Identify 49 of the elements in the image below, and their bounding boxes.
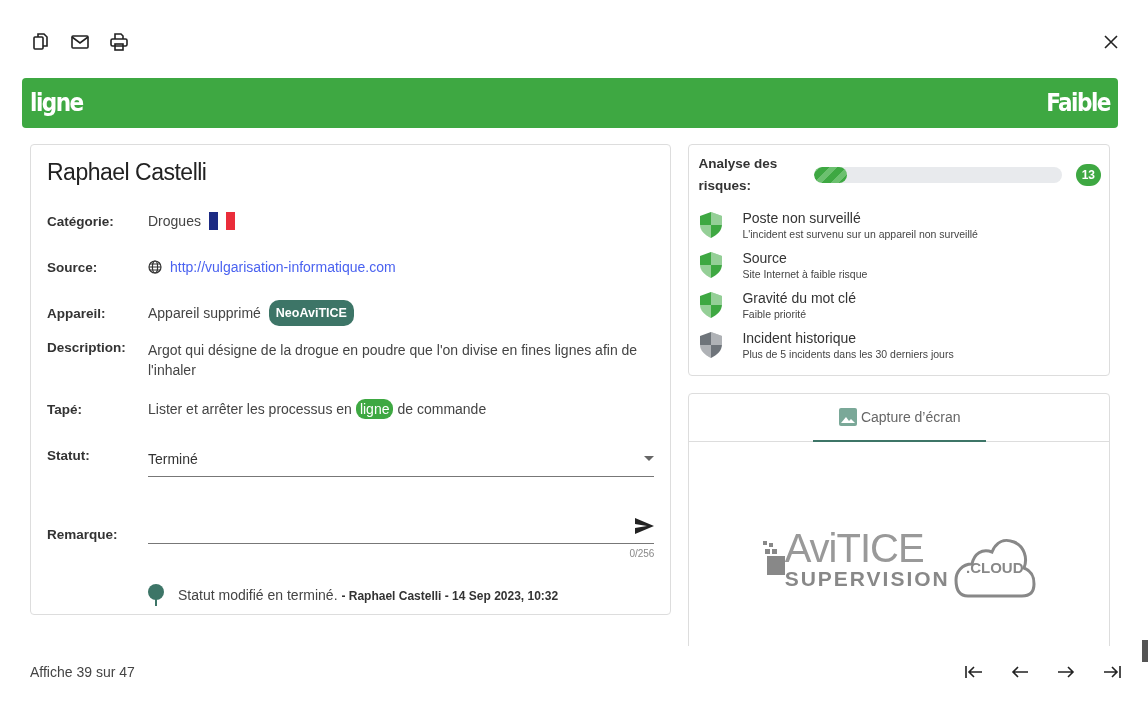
arrow-left-icon [1010, 664, 1030, 680]
field-label: Statut: [47, 447, 91, 463]
field-label: Source: [47, 259, 99, 275]
caret-icon [644, 456, 655, 461]
field-value: Appareil supprimé [148, 304, 261, 323]
logo-drawing: AviTICE SUPERVISION .CLOUD [762, 518, 1036, 598]
risk-score: 13 [1075, 164, 1101, 186]
factor-title: Source [742, 250, 788, 266]
print-icon[interactable] [109, 32, 129, 52]
factor-detail: Faible priorité [742, 308, 808, 320]
globe-icon [148, 260, 162, 274]
record-count: Affiche 39 sur 47 [30, 664, 135, 680]
scrollbar-thumb[interactable] [1142, 640, 1148, 662]
factor-detail: Site Internet à faible risque [742, 268, 868, 280]
factor-detail: L'incident est survenu sur un appareil non surveillé [742, 228, 978, 240]
keyword-highlight: ligne [355, 399, 394, 419]
typed-text: Lister et arrêter les processus en [148, 400, 352, 419]
mail-icon[interactable] [70, 32, 90, 52]
typed-text: de commande [397, 400, 487, 419]
first-page-icon [964, 664, 984, 680]
field-label: Catégorie: [47, 213, 115, 229]
field-label: Description: [47, 340, 127, 355]
field-value: Drogues [148, 212, 201, 231]
risk-level: Faible [1046, 89, 1110, 117]
field-label: Remarque: [47, 526, 119, 542]
field-label: Appareil: [47, 305, 107, 321]
close-icon[interactable] [1104, 35, 1118, 49]
field-label: Tapé: [47, 401, 83, 417]
character-counter: 0/256 [629, 548, 655, 559]
flag-icon [208, 212, 235, 230]
source-link[interactable]: http://vulgarisation-informatique.com [170, 257, 396, 277]
screenshot-tab[interactable]: Capture d’écran [812, 394, 986, 442]
factor-title: Poste non surveillé [742, 210, 862, 226]
copy-icon[interactable] [31, 32, 51, 52]
risk-label: Analyse des risques: [698, 155, 779, 195]
send-icon[interactable] [635, 518, 655, 534]
device-tag: NeoAviTICE [268, 300, 354, 326]
last-page-icon [1102, 664, 1122, 680]
history-entry: Statut modifié en terminé. - Raphael Castelli - 14 Sep 2023, 10:32 [178, 587, 559, 603]
status-select[interactable]: Terminé [148, 443, 655, 477]
user-name: Raphael Castelli [47, 159, 208, 186]
arrow-right-icon [1056, 664, 1076, 680]
field-value: Argot qui désigne de la drogue en poudre que l'on divise en fines lignes afin de l'inhaler [148, 341, 639, 380]
pin-icon [148, 584, 164, 606]
image-icon [838, 408, 857, 426]
factor-title: Incident historique [742, 330, 858, 346]
keyword-title: ligne [30, 89, 83, 117]
factor-title: Gravité du mot clé [742, 290, 856, 306]
factor-detail: Plus de 5 incidents dans les 30 derniers jours [742, 348, 954, 360]
